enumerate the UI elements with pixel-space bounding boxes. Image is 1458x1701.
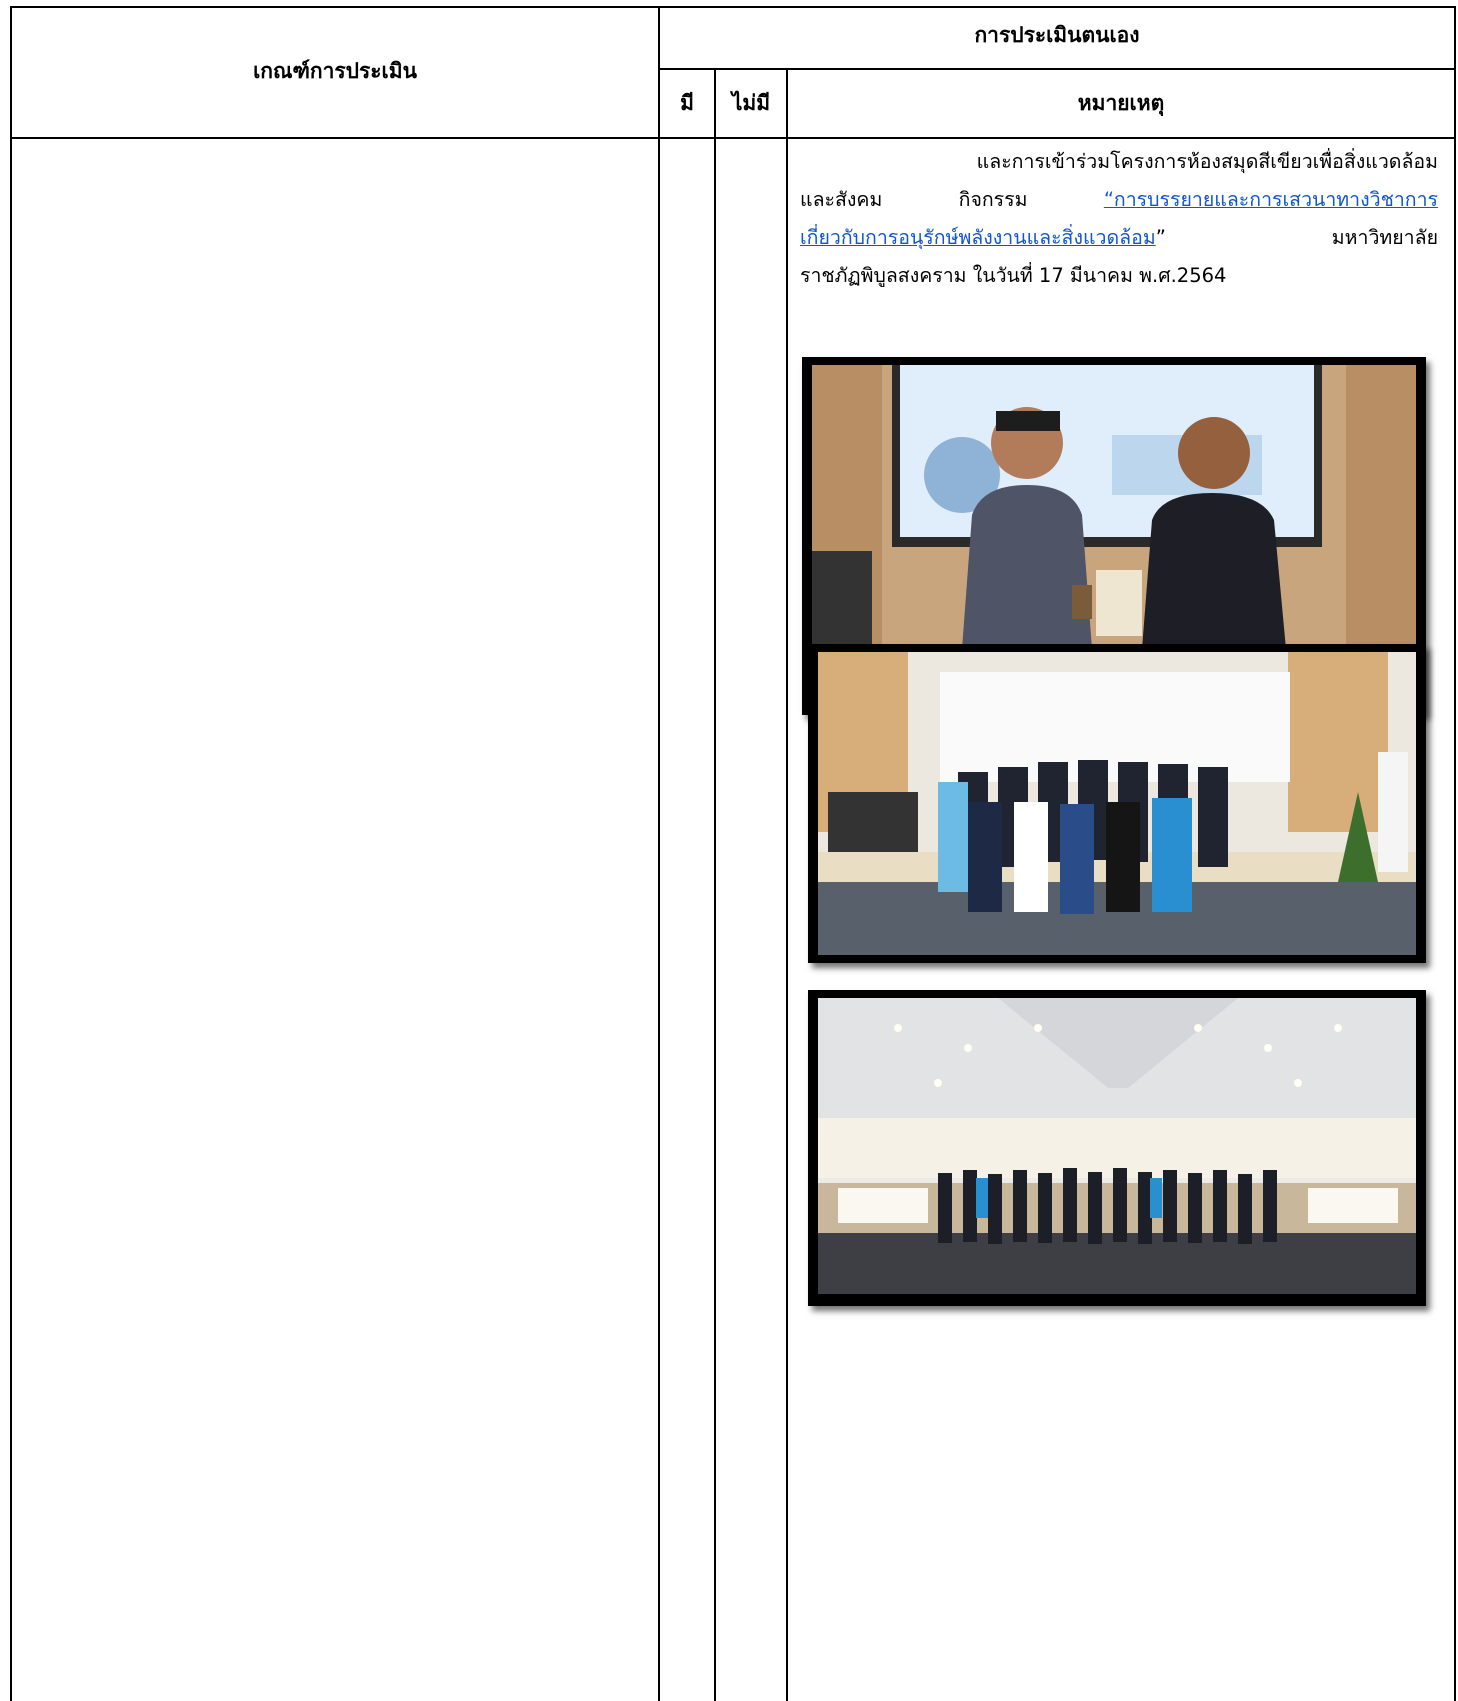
remark-line-2: และสังคม กิจกรรม “การบรรยายและการเสวนาทา… [800,181,1438,219]
remark-header: หมายเหตุ [1077,91,1165,115]
column-divider-not-have [786,69,788,1701]
remark-line-1: และการเข้าร่วมโครงการห้องสมุดสีเขียวเพื่… [976,150,1438,173]
criteria-header: เกณฑ์การประเมิน [253,59,417,83]
remark-text: และสังคม กิจกรรม [800,188,1104,211]
remark-line-4: ราชภัฏพิบูลสงคราม ในวันที่ 17 มีนาคม พ.ศ… [800,264,1227,287]
table-border-right [1454,6,1456,1701]
column-divider-criteria [658,6,660,1701]
remark-text: ” มหาวิทยาลัย [1155,226,1438,249]
table-border-top [10,6,1456,8]
self-assessment-header: การประเมินตนเอง [974,23,1140,47]
group-photo-stage [808,644,1426,963]
have-header: มี [680,91,694,115]
group-photo-image [818,652,1416,955]
award-presentation-image [812,365,1416,649]
hall-audience-image [818,998,1416,1294]
remark-paragraph: และการเข้าร่วมโครงการห้องสมุดสีเขียวเพื่… [800,143,1438,295]
hall-audience-photo [808,990,1426,1306]
not-have-header: ไม่มี [731,91,771,115]
remark-line-3: เกี่ยวกับการอนุรักษ์พลังงานและสิ่งแวดล้อ… [800,219,1438,257]
subheader-separator [659,68,1456,70]
header-separator [10,137,1456,139]
activity-link-continued[interactable]: เกี่ยวกับการอนุรักษ์พลังงานและสิ่งแวดล้อ… [800,226,1156,249]
column-divider-have [714,69,716,1701]
table-border-left [10,6,12,1701]
activity-link[interactable]: “การบรรยายและการเสวนาทางวิชาการ [1104,188,1438,211]
